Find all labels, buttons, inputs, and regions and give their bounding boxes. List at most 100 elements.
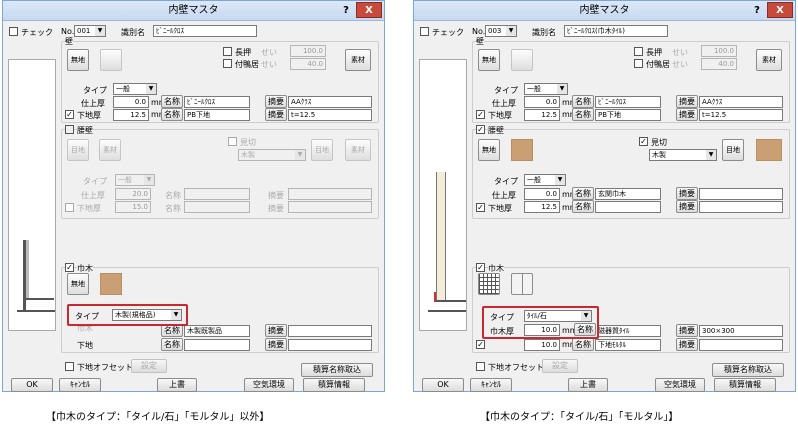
- habaki-sub-checkbox[interactable]: ✓: [476, 340, 485, 349]
- help-button[interactable]: ?: [749, 3, 765, 18]
- habaki-sub-note-button[interactable]: 摘要: [265, 338, 287, 351]
- koshikabe-type-select[interactable]: 一般 ▼: [524, 174, 566, 186]
- finish-thickness-input[interactable]: 0.0: [524, 96, 560, 108]
- air-env-button[interactable]: 空気環境: [244, 378, 294, 392]
- nageshi-checkbox[interactable]: [223, 47, 232, 56]
- koshikabe-sub-note-input[interactable]: [288, 201, 372, 213]
- cancel-button[interactable]: ｷｬﾝｾﾙ: [59, 378, 101, 392]
- koshikabe-plain-button[interactable]: 無地: [478, 139, 500, 161]
- habaki-note-button[interactable]: 摘要: [265, 324, 287, 337]
- mikiri-joint-button[interactable]: 目地: [311, 139, 333, 161]
- koshikabe-sub-note-input[interactable]: [699, 201, 783, 213]
- joint-button[interactable]: 目地: [67, 139, 89, 161]
- finish-note-input[interactable]: AAｸﾗｽ: [699, 96, 783, 108]
- tsukekamoi-height-input[interactable]: 40.0: [290, 58, 326, 70]
- habaki-name-input[interactable]: 磁器質ﾀｲﾙ: [595, 325, 661, 337]
- sub-thickness-checkbox[interactable]: ✓: [476, 110, 485, 119]
- name-input[interactable]: ﾋﾞﾆｰﾙｸﾛｽ(巾木ﾀｲﾙ): [564, 25, 668, 37]
- cancel-button[interactable]: ｷｬﾝｾﾙ: [470, 378, 512, 392]
- habaki-sub-name-input[interactable]: [184, 339, 250, 351]
- habaki-sub-note-button[interactable]: 摘要: [676, 338, 698, 351]
- koshikabe-finish-input[interactable]: 0.0: [524, 188, 560, 200]
- mikiri-checkbox[interactable]: [228, 137, 237, 146]
- estimate-info-button[interactable]: 積算情報: [303, 378, 365, 392]
- split-pattern-icon[interactable]: [511, 273, 533, 295]
- koshikabe-name-input[interactable]: 玄関巾木: [595, 188, 661, 200]
- sub-thickness-checkbox[interactable]: ✓: [65, 110, 74, 119]
- ok-button[interactable]: OK: [11, 378, 53, 392]
- overwrite-button[interactable]: 上書: [568, 378, 608, 392]
- koshikabe-checkbox[interactable]: [65, 125, 74, 134]
- tsukekamoi-height-input[interactable]: 40.0: [701, 58, 737, 70]
- habaki-sub-name-button[interactable]: 名称: [572, 338, 594, 351]
- plain-button[interactable]: 無地: [478, 49, 500, 71]
- material-button[interactable]: 素材: [756, 49, 782, 71]
- sub-note-button[interactable]: 摘要: [265, 108, 287, 121]
- koshikabe-sub-name-button[interactable]: 名称: [572, 200, 594, 213]
- sub-name-button[interactable]: 名称: [161, 108, 183, 121]
- plain-button[interactable]: 無地: [67, 49, 89, 71]
- name-input[interactable]: ﾋﾞﾆｰﾙｸﾛｽ: [153, 25, 257, 37]
- koshikabe-sub-name-input[interactable]: [595, 201, 661, 213]
- koshikabe-sub-input[interactable]: 12.5: [524, 201, 560, 213]
- habaki-sub-note-input[interactable]: [699, 339, 783, 351]
- import-names-button[interactable]: 積算名称取込: [712, 363, 784, 377]
- koshikabe-finish-input[interactable]: 20.0: [115, 188, 151, 200]
- sub-thickness-input[interactable]: 12.5: [524, 109, 560, 121]
- habaki-sub-name-input[interactable]: 下地ﾓﾙﾀﾙ: [595, 339, 661, 351]
- ok-button[interactable]: OK: [422, 378, 464, 392]
- koshikabe-note-button[interactable]: 摘要: [676, 187, 698, 200]
- no-select[interactable]: 003 ▼: [485, 25, 517, 37]
- wood-swatch[interactable]: [100, 273, 122, 295]
- mikiri-material-button[interactable]: 素材: [345, 139, 371, 161]
- finish-name-input[interactable]: ﾋﾞﾆｰﾙｸﾛｽ: [184, 96, 250, 108]
- mikiri-checkbox[interactable]: ✓: [639, 137, 648, 146]
- habaki-type-select[interactable]: 木製(規格品) ▼: [112, 309, 182, 321]
- koshikabe-note-input[interactable]: [699, 188, 783, 200]
- finish-name-input[interactable]: ﾋﾞﾆｰﾙｸﾛｽ: [595, 96, 661, 108]
- check-checkbox[interactable]: [9, 27, 18, 36]
- import-names-button[interactable]: 積算名称取込: [301, 363, 373, 377]
- finish-note-button[interactable]: 摘要: [676, 95, 698, 108]
- no-select[interactable]: 001 ▼: [74, 25, 106, 37]
- koshikabe-material-button[interactable]: 素材: [99, 139, 121, 161]
- estimate-info-button[interactable]: 積算情報: [714, 378, 776, 392]
- tsukekamoi-checkbox[interactable]: [223, 59, 232, 68]
- finish-name-button[interactable]: 名称: [161, 95, 183, 108]
- koshikabe-sub-checkbox[interactable]: [65, 203, 74, 212]
- habaki-sub-input[interactable]: 10.0: [524, 339, 560, 351]
- close-button[interactable]: X: [767, 2, 793, 18]
- sub-name-input[interactable]: PB下地: [595, 109, 661, 121]
- material-button[interactable]: 素材: [345, 49, 371, 71]
- habaki-thickness-input[interactable]: 10.0: [524, 324, 560, 336]
- sub-note-input[interactable]: t=12.5: [288, 109, 372, 121]
- habaki-name-button[interactable]: 名称: [574, 323, 596, 336]
- sub-note-button[interactable]: 摘要: [676, 108, 698, 121]
- close-button[interactable]: X: [356, 2, 382, 18]
- habaki-note-input[interactable]: [288, 325, 372, 337]
- sub-name-input[interactable]: PB下地: [184, 109, 250, 121]
- koshikabe-sub-note-button[interactable]: 摘要: [676, 200, 698, 213]
- habaki-type-select[interactable]: ﾀｲﾙ/石 ▼: [524, 310, 592, 322]
- koshikabe-checkbox[interactable]: ✓: [476, 125, 485, 134]
- mikiri-wood-swatch[interactable]: [756, 139, 782, 161]
- habaki-sub-name-button[interactable]: 名称: [161, 338, 183, 351]
- habaki-name-input[interactable]: 木製既製品: [184, 325, 250, 337]
- habaki-plain-button[interactable]: 無地: [67, 273, 89, 295]
- finish-note-button[interactable]: 摘要: [265, 95, 287, 108]
- air-env-button[interactable]: 空気環境: [655, 378, 705, 392]
- type-select[interactable]: 一般 ▼: [524, 83, 568, 95]
- mikiri-select[interactable]: 木製 ▼: [238, 149, 306, 161]
- offset-checkbox[interactable]: [65, 362, 74, 371]
- finish-note-input[interactable]: AAｸﾗｽ: [288, 96, 372, 108]
- wood-swatch[interactable]: [511, 139, 533, 161]
- koshikabe-type-select[interactable]: 一般 ▼: [115, 174, 155, 186]
- koshikabe-sub-input[interactable]: 15.0: [115, 201, 151, 213]
- overwrite-button[interactable]: 上書: [157, 378, 197, 392]
- sub-name-button[interactable]: 名称: [572, 108, 594, 121]
- check-checkbox[interactable]: [420, 27, 429, 36]
- help-button[interactable]: ?: [338, 3, 354, 18]
- sub-note-input[interactable]: t=12.5: [699, 109, 783, 121]
- sub-thickness-input[interactable]: 12.5: [113, 109, 149, 121]
- koshikabe-name-button[interactable]: 名称: [572, 187, 594, 200]
